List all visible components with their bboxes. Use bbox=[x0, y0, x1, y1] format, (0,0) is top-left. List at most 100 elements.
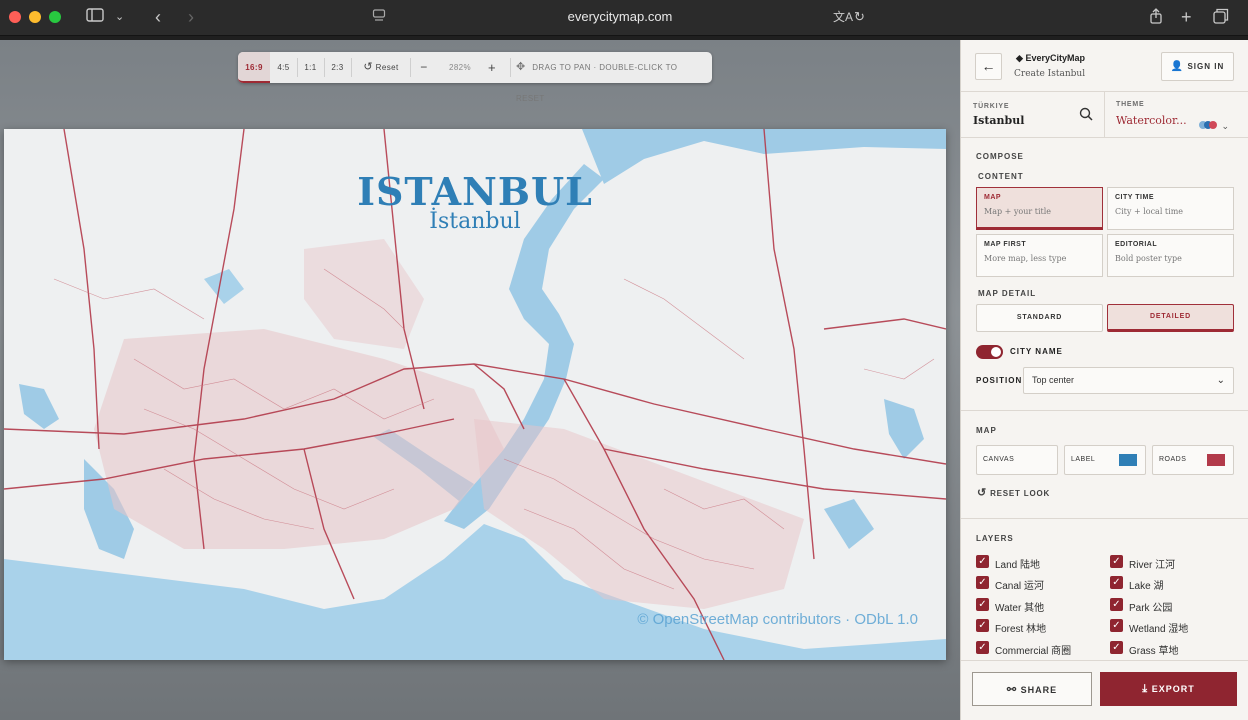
map-attribution: © OpenStreetMap contributors · ODbL 1.0 bbox=[637, 611, 918, 628]
sidebar-header: ← ◆ EveryCityMap Create Istanbul 👤 SIGN … bbox=[961, 40, 1248, 92]
layer-checkbox[interactable]: ✓ bbox=[1110, 641, 1123, 654]
zoom-level: 282% bbox=[448, 63, 472, 72]
layer-checkbox[interactable]: ✓ bbox=[1110, 619, 1123, 632]
forward-icon[interactable]: › bbox=[188, 8, 194, 26]
layer-checkbox[interactable]: ✓ bbox=[1110, 598, 1123, 611]
layer-checkbox[interactable]: ✓ bbox=[976, 555, 989, 568]
back-button[interactable]: ← bbox=[975, 53, 1002, 80]
reset-icon: ↺ bbox=[363, 61, 374, 73]
layer-checkbox[interactable]: ✓ bbox=[976, 619, 989, 632]
back-icon[interactable]: ‹ bbox=[155, 8, 161, 26]
card-subtitle: Map + your title bbox=[984, 207, 1052, 216]
map-title: ISTANBUL bbox=[357, 169, 593, 214]
roads-color-field[interactable]: ROADS bbox=[1152, 445, 1234, 475]
reset-view-button[interactable]: ↺ Reset bbox=[356, 52, 406, 83]
share-icon[interactable] bbox=[1149, 8, 1163, 29]
layer-label: Park 公园 bbox=[1129, 603, 1173, 614]
field-label: LABEL bbox=[1071, 456, 1096, 463]
sidebar-footer: ⚯ SHARE ⤓ EXPORT bbox=[961, 660, 1248, 720]
browser-toolbar: ⌄ ‹ › everycitymap.com 文A ↻ + bbox=[0, 0, 1248, 36]
layer-checkbox[interactable]: ✓ bbox=[976, 576, 989, 589]
minimize-window-button[interactable] bbox=[29, 11, 41, 23]
download-icon: ⤓ bbox=[1142, 683, 1149, 695]
label-color-field[interactable]: LABEL bbox=[1064, 445, 1146, 475]
reset-label: Reset bbox=[375, 63, 399, 72]
tabs-icon[interactable] bbox=[1213, 8, 1229, 29]
export-button[interactable]: ⤓ EXPORT bbox=[1100, 672, 1237, 706]
search-icon[interactable] bbox=[1079, 107, 1093, 124]
content-option-map-first[interactable]: MAP FIRST More map, less type bbox=[976, 234, 1103, 277]
pan-hint: ✥ DRAG TO PAN · DOUBLE-CLICK TO RESET bbox=[516, 52, 706, 103]
share-label: SHARE bbox=[1020, 685, 1058, 695]
city-map[interactable]: ISTANBUL İstanbul © OpenStreetMap contri… bbox=[4, 129, 946, 660]
zoom-out-button[interactable]: − bbox=[414, 52, 434, 83]
ratio-2-3-button[interactable]: 2:3 bbox=[324, 52, 351, 83]
map-preview-stage: 16:9 4:5 1:1 2:3 ↺ Reset − 282% + ✥ DRAG… bbox=[0, 40, 960, 720]
layer-label: Lake 湖 bbox=[1129, 581, 1164, 592]
ratio-1-1-button[interactable]: 1:1 bbox=[297, 52, 324, 83]
reset-icon: ↺ bbox=[977, 487, 988, 499]
content-heading: CONTENT bbox=[978, 172, 1024, 181]
move-icon: ✥ bbox=[516, 61, 526, 73]
map-heading: MAP bbox=[976, 426, 997, 435]
layer-checkbox[interactable]: ✓ bbox=[1110, 576, 1123, 589]
layer-label: Grass 草地 bbox=[1129, 646, 1179, 657]
card-title: MAP FIRST bbox=[984, 241, 1027, 248]
location-theme-bar: TÜRKIYE Istanbul THEME Watercolor... ⌄ bbox=[961, 92, 1248, 138]
swatch-dot bbox=[1209, 121, 1217, 129]
card-subtitle: More map, less type bbox=[984, 254, 1067, 263]
content-option-city-time[interactable]: CITY TIME City + local time bbox=[1107, 187, 1234, 230]
card-title: MAP bbox=[984, 194, 1002, 201]
address-bar[interactable]: everycitymap.com bbox=[500, 9, 740, 24]
sign-in-button[interactable]: 👤 SIGN IN bbox=[1161, 52, 1234, 81]
ratio-4-5-button[interactable]: 4:5 bbox=[270, 52, 297, 83]
position-select[interactable]: Top center ⌄ bbox=[1023, 367, 1234, 394]
zoom-window-button[interactable] bbox=[49, 11, 61, 23]
label-color-swatch[interactable] bbox=[1119, 454, 1137, 466]
reader-icon[interactable] bbox=[372, 8, 386, 27]
detail-standard-button[interactable]: STANDARD bbox=[976, 304, 1103, 332]
layer-label: Wetland 湿地 bbox=[1129, 624, 1189, 635]
arrow-left-icon: ← bbox=[981, 58, 996, 74]
theme-swatches[interactable]: ⌄ bbox=[1199, 116, 1229, 134]
roads-color-swatch[interactable] bbox=[1207, 454, 1225, 466]
layer-label: Land 陆地 bbox=[995, 560, 1041, 571]
reset-look-button[interactable]: ↺ RESET LOOK bbox=[977, 486, 1050, 499]
close-window-button[interactable] bbox=[9, 11, 21, 23]
city-search-value[interactable]: Istanbul bbox=[973, 114, 1024, 127]
chevron-down-icon[interactable]: ⌄ bbox=[115, 8, 124, 26]
layer-label: Forest 林地 bbox=[995, 624, 1047, 635]
field-label: CANVAS bbox=[983, 456, 1015, 463]
share-button[interactable]: ⚯ SHARE bbox=[972, 672, 1092, 706]
card-subtitle: Bold poster type bbox=[1115, 254, 1182, 263]
layer-checkbox[interactable]: ✓ bbox=[976, 598, 989, 611]
city-name-label: CITY NAME bbox=[1010, 347, 1063, 356]
preview-toolbar: 16:9 4:5 1:1 2:3 ↺ Reset − 282% + ✥ DRAG… bbox=[238, 52, 712, 103]
theme-label: THEME bbox=[1116, 101, 1145, 108]
content-option-editorial[interactable]: EDITORIAL Bold poster type bbox=[1107, 234, 1234, 277]
reset-look-label: RESET LOOK bbox=[990, 489, 1051, 498]
card-title: EDITORIAL bbox=[1115, 241, 1158, 248]
city-name-toggle[interactable] bbox=[976, 345, 1003, 359]
ratio-16-9-button[interactable]: 16:9 bbox=[238, 52, 270, 83]
position-label: POSITION bbox=[976, 376, 1023, 385]
new-tab-icon[interactable]: + bbox=[1181, 8, 1192, 26]
layer-label: Commercial 商圈 bbox=[995, 646, 1072, 657]
country-label: TÜRKIYE bbox=[973, 103, 1010, 110]
theme-select[interactable]: Watercolor... bbox=[1116, 114, 1187, 127]
content-option-map[interactable]: MAP Map + your title bbox=[976, 187, 1103, 230]
pan-hint-text: DRAG TO PAN · DOUBLE-CLICK TO RESET bbox=[516, 63, 678, 103]
layer-checkbox[interactable]: ✓ bbox=[976, 641, 989, 654]
layers-heading: LAYERS bbox=[976, 534, 1014, 543]
sidebar-icon[interactable] bbox=[86, 8, 104, 27]
layer-label: Canal 运河 bbox=[995, 581, 1044, 592]
reload-icon[interactable]: ↻ bbox=[854, 8, 865, 26]
editor-sidebar: ← ◆ EveryCityMap Create Istanbul 👤 SIGN … bbox=[960, 40, 1248, 720]
card-subtitle: City + local time bbox=[1115, 207, 1184, 216]
zoom-in-button[interactable]: + bbox=[482, 52, 502, 83]
map-subtitle: İstanbul bbox=[429, 209, 521, 234]
layer-checkbox[interactable]: ✓ bbox=[1110, 555, 1123, 568]
canvas-color-field[interactable]: CANVAS bbox=[976, 445, 1058, 475]
translate-icon[interactable]: 文A bbox=[833, 8, 853, 26]
detail-detailed-button[interactable]: DETAILED bbox=[1107, 304, 1234, 332]
